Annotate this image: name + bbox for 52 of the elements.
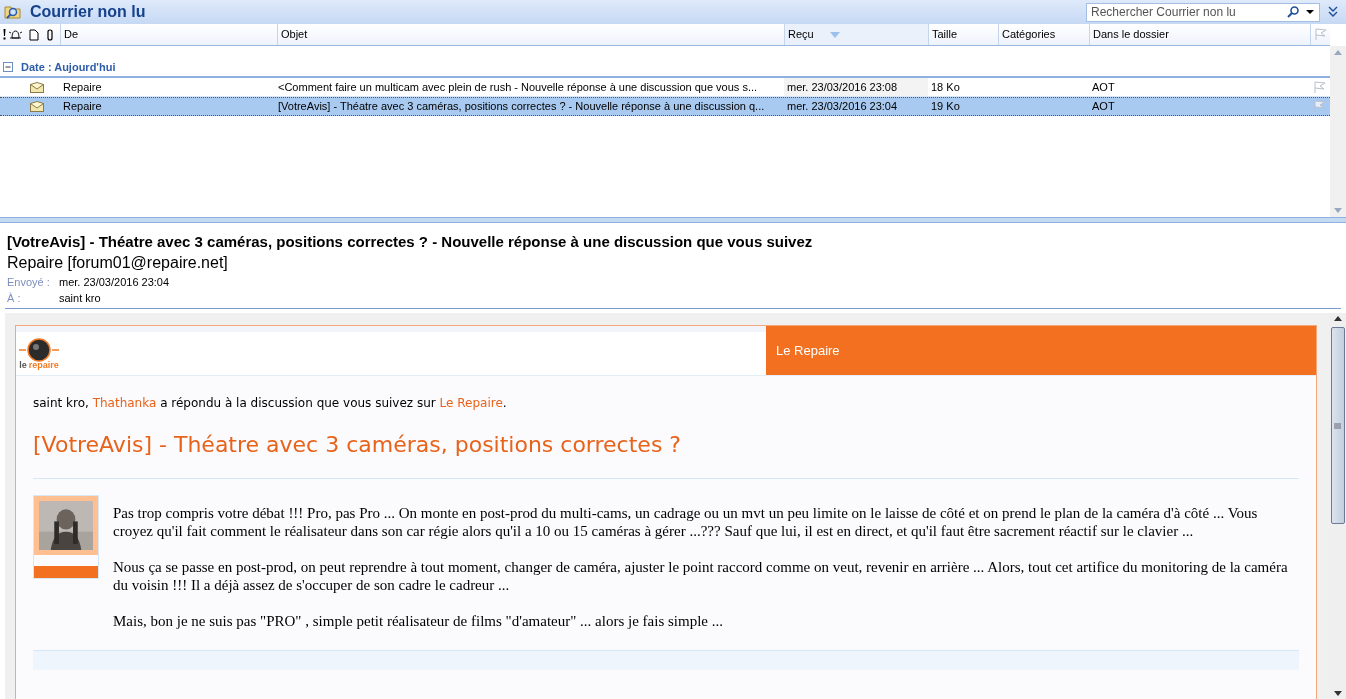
column-header[interactable]: Catégories (998, 24, 1089, 45)
scroll-thumb[interactable] (1330, 327, 1345, 524)
folder-cell-text: AOT (1091, 99, 1116, 115)
received-cell-text: mer. 23/03/2016 23:04 (786, 99, 899, 115)
size-cell-text: 18 Ko (930, 79, 961, 95)
subject-cell-text: <Comment faire un multicam avec plein de rush - Nouvelle réponse à une discussion que vous s... (277, 79, 759, 95)
paperclip-icon[interactable] (46, 28, 54, 41)
message-sender: Repaire [forum01@repaire.net] (7, 253, 229, 273)
search-icon[interactable] (1286, 4, 1300, 19)
search-folder-icon (4, 4, 22, 20)
message-subject: [VotreAvis] - Théatre avec 3 caméras, positions correctes ? - Nouvelle réponse à une discussion que vous suivez (7, 232, 814, 252)
body-scrollbar[interactable] (1329, 313, 1346, 699)
scroll-up-icon[interactable] (1333, 316, 1342, 321)
column-header[interactable]: De (60, 24, 277, 45)
field-label: À : (7, 290, 22, 306)
lens-logo-icon (19, 337, 59, 362)
search-field[interactable]: Rechercher Courrier non lu (1086, 2, 1320, 22)
grip-icon (1334, 422, 1341, 429)
intro-text: saint kro, Thathanka a répondu à la discussion que vous suivez sur Le Repaire. (33, 395, 508, 412)
sort-arrow-icon (829, 31, 840, 38)
column-header[interactable]: Reçu (784, 24, 928, 45)
envelope-icon (30, 81, 44, 93)
logo[interactable]: le repaire (18, 337, 60, 370)
envelope-icon (30, 101, 44, 112)
logo-prefix: le (19, 360, 27, 370)
message-row[interactable]: Repaire [VotreAvis] - Théatre avec 3 caméras, positions correctes ? - Nouvelle réponse à une discussion q... mer. 23/03/2016 23:04 19 Ko AOT (0, 97, 1330, 116)
size-cell-text: 19 Ko (930, 99, 961, 115)
received-cell: mer. 23/03/2016 23:08 (784, 78, 928, 96)
field-label: Envoyé : (7, 274, 51, 290)
post-paragraph: Mais, bon je ne suis pas "PRO" , simple petit réalisateur de films "d'amateur" ... alors je fais simple ... (113, 612, 724, 630)
subject-cell-text: [VotreAvis] - Théatre avec 3 caméras, positions correctes ? - Nouvelle réponse à une discussion q... (277, 99, 766, 115)
column-header[interactable]: Taille (928, 24, 998, 45)
document-icon[interactable] (29, 28, 39, 41)
folder-title: Courrier non lu (30, 2, 146, 22)
message-row[interactable]: Repaire <Comment faire un multicam avec plein de rush - Nouvelle réponse à une discussion que vous s... mer. 23/03/2016 23:08 18 Ko AOT (0, 78, 1330, 97)
folder-cell-text: AOT (1091, 79, 1116, 95)
collapse-toggle[interactable] (3, 62, 13, 72)
field-value: mer. 23/03/2016 23:04 (59, 274, 170, 290)
group-label[interactable]: Date : Aujourd'hui (21, 58, 116, 76)
rank-bar (34, 565, 98, 578)
column-header[interactable]: Dans le dossier (1089, 24, 1310, 45)
sender-cell-text: Repaire (62, 79, 103, 95)
sender-cell-text: Repaire (62, 99, 103, 115)
field-value: saint kro (59, 290, 101, 306)
expand-chevron-icon[interactable] (1328, 6, 1338, 18)
post-paragraph: Pas trop compris votre débat !!! Pro, pas Pro ... On monte en post-prod du multi-cams, un cadrage ou un mvt un peu limite on le laisse de côté et on prend le plan de la caméra d'à côté ... Vous croyez qu'il fait comment le réalisateur dans son car régie alors qu'il a 10 ou 15 caméras à gérer ...??? Sauf que lui, il est en direct, et qu'il faut être sacrement réactif sur le clavier ... (113, 504, 1259, 540)
post-paragraph: Nous ça se passe en post-prod, on peut reprendre à tout moment, changer de caméra, ajuster le point raccord comme on veut, revenir en arrière ... Alors, tout cet artifice du monitoring de la caméra du voisin !!! Il a déjà assez de s'occuper de son cadre le cadreur ... (113, 558, 1289, 594)
importance-icon[interactable] (3, 29, 6, 40)
banner-title: Le Repaire (776, 341, 840, 360)
scroll-down-icon[interactable] (1333, 691, 1342, 696)
logo-text: repaire (28, 360, 59, 370)
bell-icon[interactable] (9, 28, 22, 41)
